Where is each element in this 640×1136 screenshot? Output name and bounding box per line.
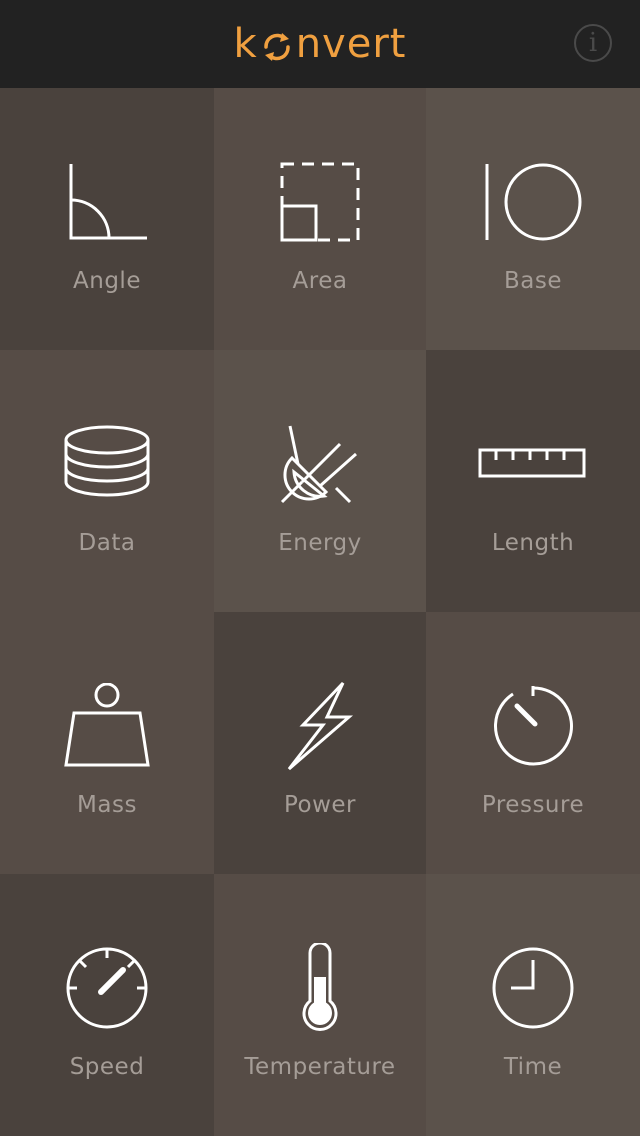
pressure-icon bbox=[473, 676, 593, 776]
tile-time[interactable]: Time bbox=[426, 874, 640, 1136]
time-icon bbox=[473, 938, 593, 1038]
app-logo: k nvert bbox=[0, 0, 640, 88]
tile-area[interactable]: Area bbox=[214, 88, 426, 350]
tile-label: Area bbox=[292, 268, 348, 294]
logo-text-k: k bbox=[233, 21, 258, 67]
tile-mass[interactable]: Mass bbox=[0, 612, 214, 874]
mass-icon bbox=[47, 676, 167, 776]
info-icon: i bbox=[588, 28, 598, 58]
length-icon bbox=[473, 414, 593, 514]
tile-data[interactable]: Data bbox=[0, 350, 214, 612]
temperature-icon bbox=[260, 938, 380, 1038]
area-icon bbox=[260, 152, 380, 252]
data-icon bbox=[47, 414, 167, 514]
tile-label: Pressure bbox=[481, 792, 585, 818]
convert-arrows-icon bbox=[260, 30, 294, 64]
logo-text-rest: nvert bbox=[295, 21, 407, 67]
power-icon bbox=[260, 676, 380, 776]
tile-label: Base bbox=[503, 268, 562, 294]
tile-pressure[interactable]: Pressure bbox=[426, 612, 640, 874]
base-icon bbox=[473, 152, 593, 252]
tile-label: Data bbox=[78, 530, 136, 556]
tile-label: Temperature bbox=[244, 1054, 396, 1080]
top-bar: k nvert i bbox=[0, 0, 640, 88]
tile-length[interactable]: Length bbox=[426, 350, 640, 612]
tile-power[interactable]: Power bbox=[214, 612, 426, 874]
tile-temperature[interactable]: Temperature bbox=[214, 874, 426, 1136]
tile-label: Energy bbox=[278, 530, 362, 556]
tile-label: Power bbox=[283, 792, 357, 818]
tile-label: Length bbox=[491, 530, 575, 556]
tile-speed[interactable]: Speed bbox=[0, 874, 214, 1136]
info-button[interactable]: i bbox=[574, 24, 612, 62]
tile-label: Angle bbox=[73, 268, 141, 294]
energy-icon bbox=[260, 414, 380, 514]
tile-angle[interactable]: Angle bbox=[0, 88, 214, 350]
angle-icon bbox=[47, 152, 167, 252]
speed-icon bbox=[47, 938, 167, 1038]
tile-label: Time bbox=[503, 1054, 563, 1080]
tile-label: Mass bbox=[77, 792, 137, 818]
tile-base[interactable]: Base bbox=[426, 88, 640, 350]
tile-energy[interactable]: Energy bbox=[214, 350, 426, 612]
category-grid: Angle Area Base Data Energy Length Mass … bbox=[0, 88, 640, 1136]
tile-label: Speed bbox=[69, 1054, 145, 1080]
